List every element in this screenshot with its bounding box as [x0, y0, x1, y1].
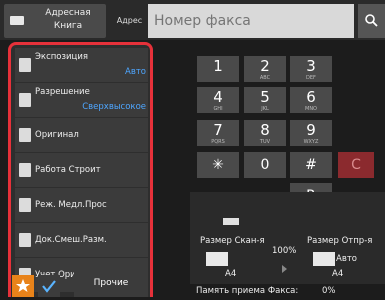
key-5[interactable]: 5 JKL	[244, 87, 286, 113]
fax-memory-bar: Память приема Факса: 0%	[190, 286, 385, 297]
key-8[interactable]: 8 TUV	[244, 120, 286, 146]
key-digit: #	[305, 157, 317, 173]
key-digit: 1	[213, 57, 223, 75]
key-7[interactable]: 7 PQRS	[197, 120, 239, 146]
key-digit: ✳	[212, 157, 224, 173]
star-icon	[16, 279, 30, 292]
send-size-label: Размер Отпр-я	[307, 236, 373, 246]
option-label: Работа Строит	[35, 165, 101, 175]
scan-paper-size: A4	[225, 269, 237, 279]
check-button[interactable]	[38, 275, 60, 297]
key-digit: 4	[213, 88, 223, 106]
favorites-button[interactable]	[12, 275, 34, 297]
exposure-icon	[19, 58, 31, 72]
arrow-right-icon	[282, 265, 287, 273]
option-label: Разрешение	[35, 87, 90, 97]
option-resolution[interactable]: Разрешение Сверхвысокое	[15, 83, 148, 117]
scanner-icon	[223, 218, 239, 225]
key-9[interactable]: 9 WXYZ	[290, 120, 332, 146]
address-book-button[interactable]: Адресная Книга	[4, 4, 106, 38]
key-letters: GHI	[213, 106, 223, 112]
key-digit: C	[351, 157, 361, 173]
key-letters: WXYZ	[303, 139, 319, 145]
option-label: Реж. Медл.Прос	[35, 200, 107, 210]
scan-paper-icon[interactable]	[206, 252, 228, 266]
key-digit: 8	[260, 121, 270, 139]
key-digit: 5	[260, 88, 270, 106]
search-button[interactable]	[358, 4, 385, 38]
key-3[interactable]: 3 DEF	[290, 56, 332, 82]
key-letters: MNO	[305, 106, 317, 112]
search-icon	[365, 14, 378, 27]
memory-label: Память приема Факса:	[196, 286, 299, 296]
key-1[interactable]: 1	[197, 56, 239, 82]
others-button[interactable]: Прочие	[74, 270, 148, 297]
checkmark-icon	[42, 280, 56, 293]
scan-size-label: Размер Скан-я	[200, 236, 265, 246]
job-build-icon	[19, 163, 31, 177]
key-letters: JKL	[261, 106, 269, 112]
option-job-build[interactable]: Работа Строит	[15, 153, 148, 187]
key-2[interactable]: 2 ABC	[244, 56, 286, 82]
option-label: Док.Смеш.Разм.	[35, 235, 107, 245]
top-bar: Адресная Книга Адрес	[0, 0, 385, 40]
address-book-label: Адресная Книга	[45, 8, 91, 31]
key-letters: DEF	[306, 75, 316, 81]
options-panel: Экспозиция Авто Разрешение Сверхвысокое …	[8, 42, 153, 297]
option-label: Оригинал	[35, 130, 79, 140]
option-original[interactable]: Оригинал	[15, 118, 148, 152]
option-mixed-size[interactable]: Док.Смеш.Разм.	[15, 223, 148, 257]
key-digit: 0	[260, 157, 270, 173]
key-4[interactable]: 4 GHI	[197, 87, 239, 113]
key-digit: 6	[306, 88, 316, 106]
option-label: Экспозиция	[35, 52, 88, 62]
memory-value: 0%	[322, 286, 336, 296]
key-0[interactable]: 0	[244, 152, 286, 178]
key-letters: ABC	[259, 75, 271, 81]
slow-scan-icon	[19, 198, 31, 212]
ratio-value: 100%	[272, 246, 297, 256]
key-letters: PQRS	[211, 139, 225, 145]
key-hash[interactable]: #	[290, 152, 332, 178]
key-digit: 9	[306, 121, 316, 139]
mixed-size-icon	[19, 233, 31, 247]
key-digit: 3	[306, 57, 316, 75]
option-slow-scan[interactable]: Реж. Медл.Прос	[15, 188, 148, 222]
key-6[interactable]: 6 MNO	[290, 87, 332, 113]
key-letters: TUV	[259, 139, 271, 145]
send-paper-size: A4	[332, 269, 344, 279]
key-digit: 7	[213, 121, 223, 139]
fax-number-input[interactable]	[148, 4, 354, 38]
key-digit: 2	[260, 57, 270, 75]
address-button[interactable]: Адрес	[112, 8, 147, 34]
option-value: Авто	[125, 67, 146, 77]
send-paper-icon[interactable]	[313, 252, 335, 266]
resolution-icon	[19, 93, 31, 107]
send-mode-value: Авто	[336, 254, 357, 264]
clear-button[interactable]: C	[338, 152, 374, 178]
option-value: Сверхвысокое	[82, 102, 146, 112]
key-asterisk[interactable]: ✳	[197, 152, 239, 178]
option-exposure[interactable]: Экспозиция Авто	[15, 48, 148, 82]
original-icon	[19, 128, 31, 142]
address-book-icon	[10, 16, 24, 25]
